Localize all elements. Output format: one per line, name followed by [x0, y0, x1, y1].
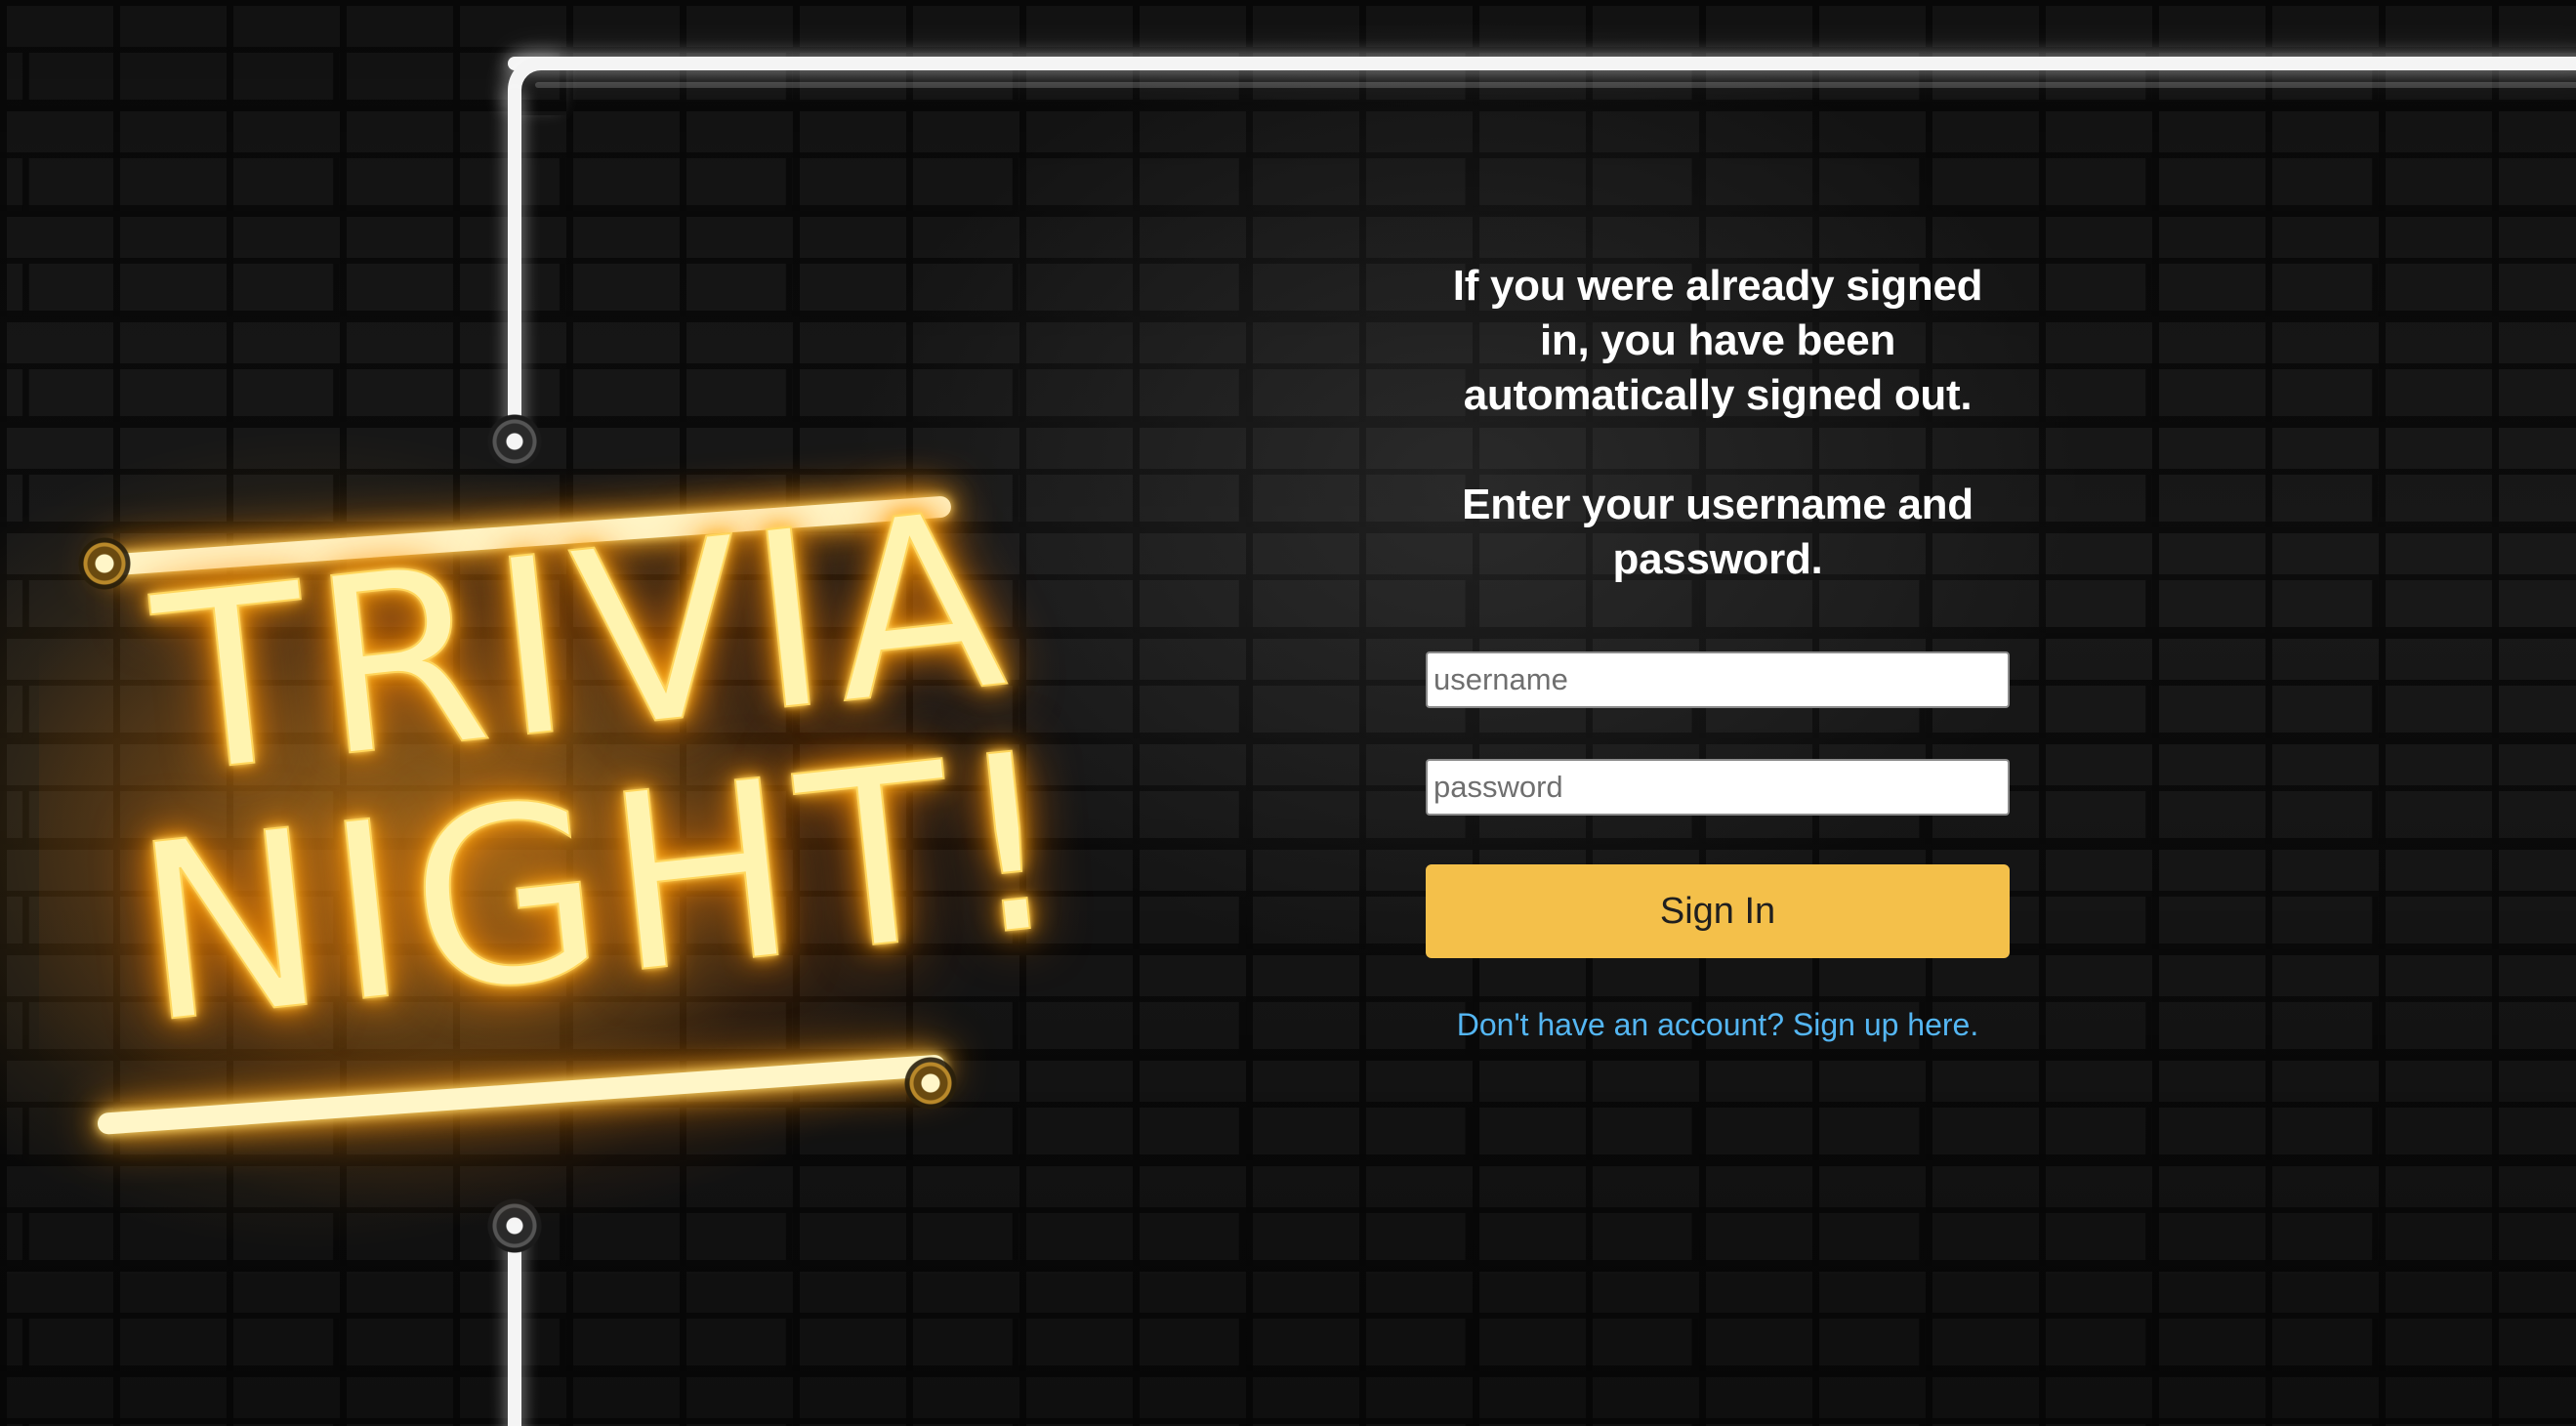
login-panel: If you were already signed in, you have … [1426, 259, 2010, 1043]
sign-in-button[interactable]: Sign In [1426, 864, 2010, 958]
sign-mount-icon [904, 1057, 957, 1110]
neon-frame-reflection [535, 82, 2576, 88]
neon-frame-top-icon [508, 57, 2576, 70]
frame-mount-icon [486, 413, 543, 470]
instructions-message: Enter your username and password. [1462, 481, 1974, 583]
username-input[interactable] [1426, 651, 2010, 708]
login-page: TRIVIA NIGHT! If you were already signed… [0, 0, 2576, 1426]
signed-out-message: If you were already signed in, you have … [1452, 262, 1983, 419]
sign-up-link[interactable]: Don't have an account? Sign up here. [1457, 1007, 1978, 1043]
neon-sign-icon: TRIVIA NIGHT! [78, 456, 1083, 1172]
sign-mount-icon [78, 537, 131, 590]
password-input[interactable] [1426, 759, 2010, 816]
neon-frame-left-upper-icon [508, 88, 521, 441]
